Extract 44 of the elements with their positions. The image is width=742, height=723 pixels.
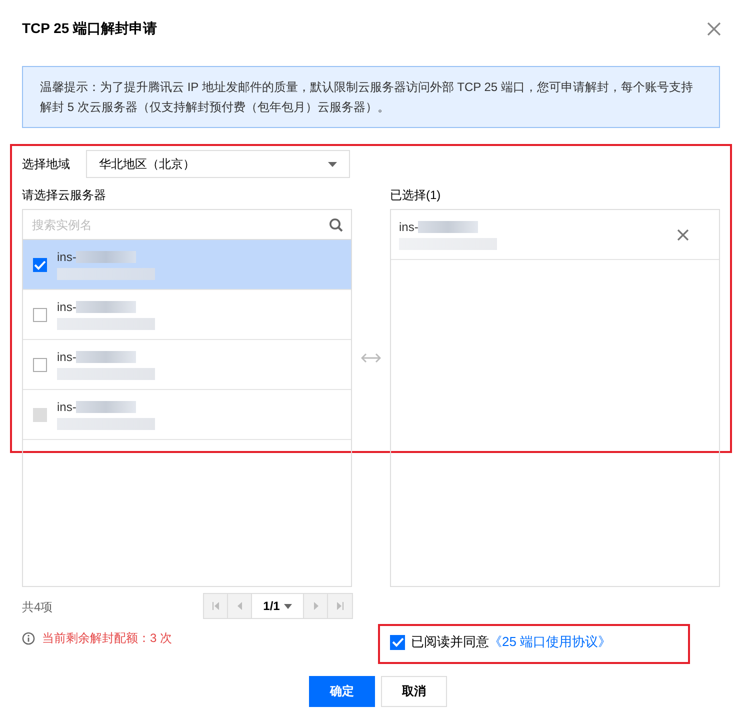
region-select[interactable]: 华北地区（北京）: [86, 150, 350, 178]
dialog-title: TCP 25 端口解封申请: [22, 20, 158, 38]
list-label: 请选择云服务器: [22, 187, 107, 204]
blurred-text: [418, 220, 478, 232]
instance-name: ins-: [57, 300, 76, 314]
next-page-button[interactable]: [304, 594, 328, 618]
transfer-arrows-icon: [361, 353, 381, 363]
selected-label: 已选择(1): [390, 187, 442, 204]
server-row[interactable]: ins-: [23, 290, 351, 340]
agreement-checkbox[interactable]: [390, 634, 405, 650]
first-page-button[interactable]: [204, 594, 228, 618]
prev-page-button[interactable]: [228, 594, 252, 618]
checkbox[interactable]: [33, 308, 47, 322]
last-page-button[interactable]: [328, 594, 352, 618]
info-icon: [22, 632, 35, 645]
item-count: 共4项: [22, 599, 53, 616]
remove-icon[interactable]: [677, 228, 689, 240]
checkbox[interactable]: [33, 258, 47, 272]
server-row[interactable]: ins-: [23, 340, 351, 390]
notice-banner: 温馨提示：为了提升腾讯云 IP 地址发邮件的质量，默认限制云服务器访问外部 TCP 25 端口，您可申请解封，每个账号支持解封 5 次云服务器（仅支持解封预付费（包年包月）云服务器）。: [22, 66, 720, 128]
region-label: 选择地域: [22, 156, 71, 172]
cancel-button[interactable]: 取消: [381, 676, 447, 707]
caret-icon: [328, 162, 337, 166]
blurred-text: [76, 300, 136, 312]
checkbox[interactable]: [33, 358, 47, 372]
blurred-text: [76, 350, 136, 362]
instance-name: ins-: [57, 350, 76, 364]
next-icon: [312, 602, 318, 610]
server-row[interactable]: ins-: [23, 240, 351, 290]
instance-name: ins-: [57, 250, 76, 264]
close-icon[interactable]: [707, 22, 721, 36]
instance-name: ins-: [57, 400, 76, 414]
blurred-text: [76, 250, 136, 262]
previous-icon: [236, 602, 242, 610]
instance-name: ins-: [399, 220, 418, 234]
caret-icon: [284, 604, 292, 608]
first-page-icon: [212, 602, 220, 610]
blurred-text: [76, 400, 136, 412]
confirm-button[interactable]: 确定: [309, 676, 375, 707]
agreement-link[interactable]: 《25 端口使用协议》: [489, 633, 612, 651]
quota-text: 当前剩余解封配额：3 次: [42, 630, 172, 647]
last-page-icon: [336, 602, 344, 610]
agreement-text: 已阅读并同意: [411, 633, 489, 651]
search-icon[interactable]: [329, 218, 343, 232]
